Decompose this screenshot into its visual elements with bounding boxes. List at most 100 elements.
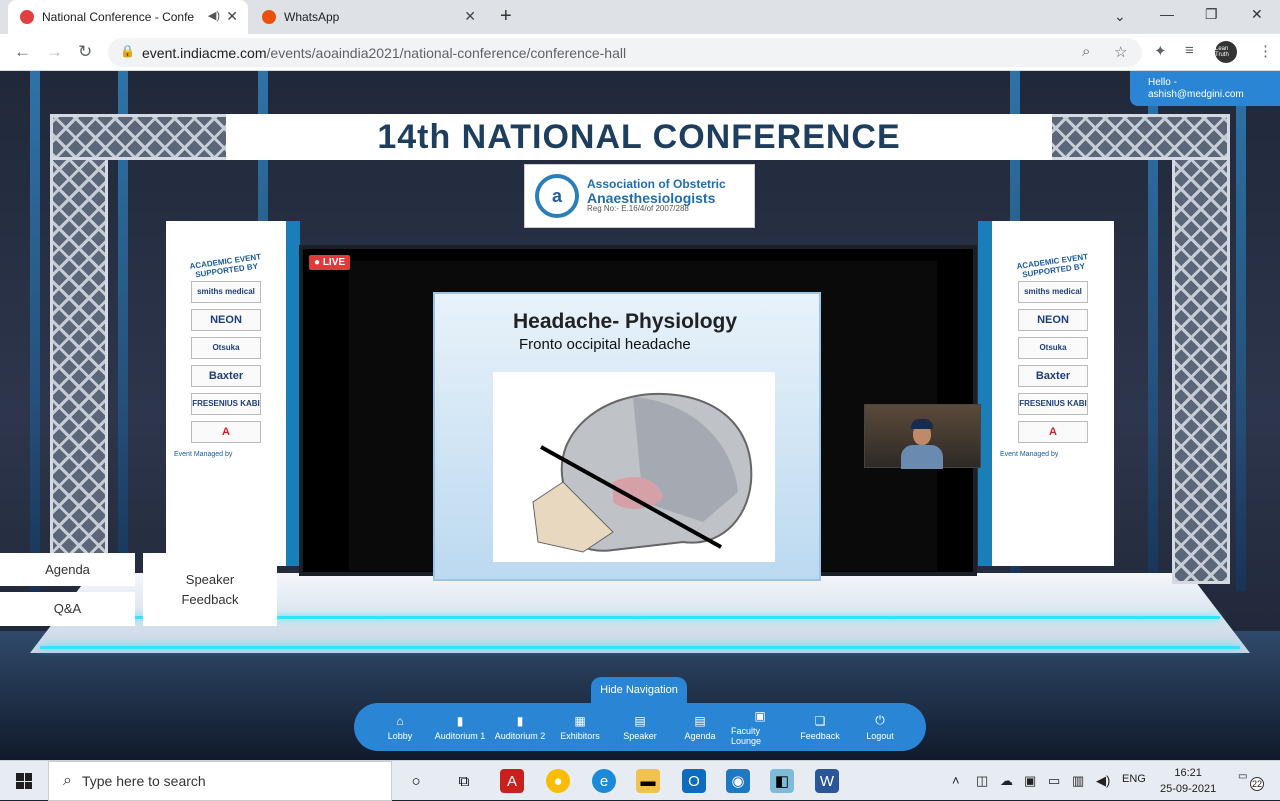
date: 25-09-2021 — [1160, 783, 1217, 795]
nav-auditorium-2[interactable]: ▮ Auditorium 2 — [491, 714, 549, 741]
tab-national-conference[interactable]: National Conference - Confe ◀) ✕ — [8, 0, 248, 34]
sponsor-logo: NEON — [1018, 309, 1088, 331]
word-icon[interactable]: W — [815, 769, 839, 793]
cortana-icon[interactable]: ○ — [404, 769, 428, 793]
onedrive-icon[interactable]: ☁ — [1000, 773, 1013, 789]
start-button[interactable] — [0, 761, 48, 801]
forward-icon[interactable]: → — [46, 42, 63, 62]
agenda-button[interactable]: Agenda — [0, 553, 135, 586]
home-icon: ⌂ — [396, 713, 404, 728]
tab-search-icon[interactable]: ⌄ — [1114, 8, 1126, 25]
address-bar: ← → ↻ 🔒 event.indiacme.com/events/aoaind… — [0, 34, 1280, 71]
whatsapp-favicon-icon — [262, 10, 276, 24]
tab-whatsapp[interactable]: WhatsApp ✕ — [250, 0, 486, 34]
sponsor-heading: ACADEMIC EVENT SUPPORTED BY — [1016, 252, 1089, 280]
extensions-icon[interactable]: ✦ — [1154, 42, 1167, 60]
speaker-feedback-line2: Feedback — [181, 591, 239, 607]
restore-icon[interactable]: ❐ — [1205, 6, 1218, 23]
file-explorer-icon[interactable]: ▬ — [636, 769, 660, 793]
tray-app-icon[interactable]: ◫ — [976, 773, 988, 789]
skull-illustration-icon — [532, 392, 753, 553]
url-path: /events/aoaindia2021/national-conference… — [266, 44, 627, 61]
windows-logo-icon — [16, 773, 32, 789]
video-frame: Headache- Physiology Fronto occipital he… — [349, 261, 981, 581]
tab-title: WhatsApp — [284, 10, 340, 24]
slide-title: Headache- Physiology — [513, 310, 738, 333]
speaker-feedback-line1: Speaker — [185, 571, 235, 587]
nav-speaker[interactable]: ▤ Speaker — [611, 714, 669, 741]
association-banner: a Association of Obstetric Anaesthesiolo… — [524, 164, 755, 228]
media-control-icon[interactable]: ≡ — [1185, 42, 1194, 59]
close-tab-icon[interactable]: ✕ — [226, 8, 238, 25]
sponsor-banner-right: ACADEMIC EVENT SUPPORTED BY smiths medic… — [978, 221, 1114, 566]
feedback-icon: ❏ — [814, 713, 826, 728]
speaker-icon[interactable]: ◀) — [208, 9, 220, 22]
chevron-up-icon[interactable]: ˄ — [952, 773, 960, 788]
nav-label: Auditorium 1 — [434, 730, 486, 741]
door-icon: ▮ — [516, 713, 524, 728]
paint-icon[interactable]: ◧ — [770, 769, 794, 793]
volume-icon[interactable]: ◀) — [1096, 773, 1110, 789]
nav-logout[interactable]: ⏻ Logout — [851, 713, 909, 741]
browser-tab-bar: National Conference - Confe ◀) ✕ WhatsAp… — [0, 0, 1280, 34]
speaker-turban — [911, 419, 933, 429]
sponsor-logo: Baxter — [1018, 365, 1088, 387]
lock-icon: 🔒 — [120, 44, 135, 58]
greeting-text: Hello - — [1148, 77, 1177, 88]
url-host: event.indiacme.com — [142, 44, 267, 61]
tray-app-icon[interactable]: ▣ — [1024, 773, 1036, 789]
task-view-icon[interactable]: ⧉ — [452, 769, 476, 793]
sponsor-logo: Otsuka — [191, 337, 261, 359]
live-stream-screen[interactable]: Headache- Physiology Fronto occipital he… — [299, 245, 981, 581]
new-tab-icon[interactable]: + — [500, 5, 512, 28]
grid-icon: ▦ — [574, 713, 586, 728]
nav-label: Faculty Lounge — [731, 725, 762, 746]
sponsor-logo: A — [1018, 421, 1088, 443]
reload-icon[interactable]: ↻ — [78, 42, 92, 62]
sponsor-heading: ACADEMIC EVENT SUPPORTED BY — [189, 252, 262, 280]
minimize-icon[interactable]: — — [1160, 6, 1174, 22]
nav-label: Speaker — [623, 730, 657, 741]
battery-icon[interactable]: ▭ — [1048, 773, 1060, 789]
url-field[interactable]: 🔒 event.indiacme.com/events/aoaindia2021… — [108, 38, 1142, 67]
sponsor-logo: smiths medical — [1018, 281, 1088, 303]
speaker-webcam — [864, 404, 981, 469]
association-name-2: Anaesthesiologists — [587, 189, 716, 206]
nav-feedback[interactable]: ❏ Feedback — [791, 714, 849, 741]
back-icon[interactable]: ← — [14, 42, 31, 62]
nav-label: Logout — [866, 731, 894, 741]
nav-auditorium-1[interactable]: ▮ Auditorium 1 — [431, 714, 489, 741]
close-tab-icon[interactable]: ✕ — [464, 8, 476, 25]
clock[interactable]: 16:21 25-09-2021 — [1160, 765, 1216, 797]
nav-agenda[interactable]: ▤ Agenda — [671, 714, 729, 741]
edge-icon[interactable]: e — [592, 769, 616, 793]
qa-button[interactable]: Q&A — [0, 592, 135, 626]
sponsor-logo: smiths medical — [191, 281, 261, 303]
notification-center[interactable]: ▭ 22 — [1238, 771, 1266, 791]
zoom-icon[interactable]: ⌕ — [1082, 43, 1090, 60]
conference-hall: 14th NATIONAL CONFERENCE a Association o… — [0, 71, 1280, 760]
wall-light — [30, 71, 40, 591]
network-icon[interactable]: ▥ — [1072, 773, 1084, 789]
managed-by-label: Event Managed by — [1000, 451, 1059, 458]
document-icon: ▤ — [694, 713, 706, 728]
menu-kebab-icon[interactable]: ⋮ — [1258, 42, 1273, 60]
speaker-feedback-button[interactable]: Speaker Feedback — [143, 553, 277, 626]
notification-icon: ▭ — [1238, 771, 1248, 782]
nav-label: Lobby — [387, 730, 413, 741]
nav-exhibitors[interactable]: ▦ Exhibitors — [551, 714, 609, 741]
acrobat-icon[interactable]: A — [500, 769, 524, 793]
close-window-icon[interactable]: ✕ — [1251, 6, 1263, 23]
bookmark-star-icon[interactable]: ☆ — [1114, 43, 1127, 61]
taskbar-search[interactable]: ⌕ Type here to search — [48, 761, 392, 801]
hide-navigation-button[interactable]: Hide Navigation — [591, 677, 687, 703]
live-badge: ● LIVE — [309, 255, 351, 270]
chrome-icon[interactable]: ● — [546, 769, 570, 793]
language-indicator[interactable]: ENG — [1122, 773, 1146, 785]
nav-lobby[interactable]: ⌂ Lobby — [371, 714, 429, 741]
windows-taskbar: ⌕ Type here to search ○ ⧉ A ● e ▬ O ◉ ◧ … — [0, 760, 1280, 801]
outlook-icon[interactable]: O — [682, 769, 706, 793]
app-icon[interactable]: ◉ — [726, 769, 750, 793]
nav-faculty-lounge[interactable]: ▣ Faculty Lounge — [731, 709, 789, 746]
profile-avatar[interactable]: Lean Truth — [1215, 41, 1237, 63]
